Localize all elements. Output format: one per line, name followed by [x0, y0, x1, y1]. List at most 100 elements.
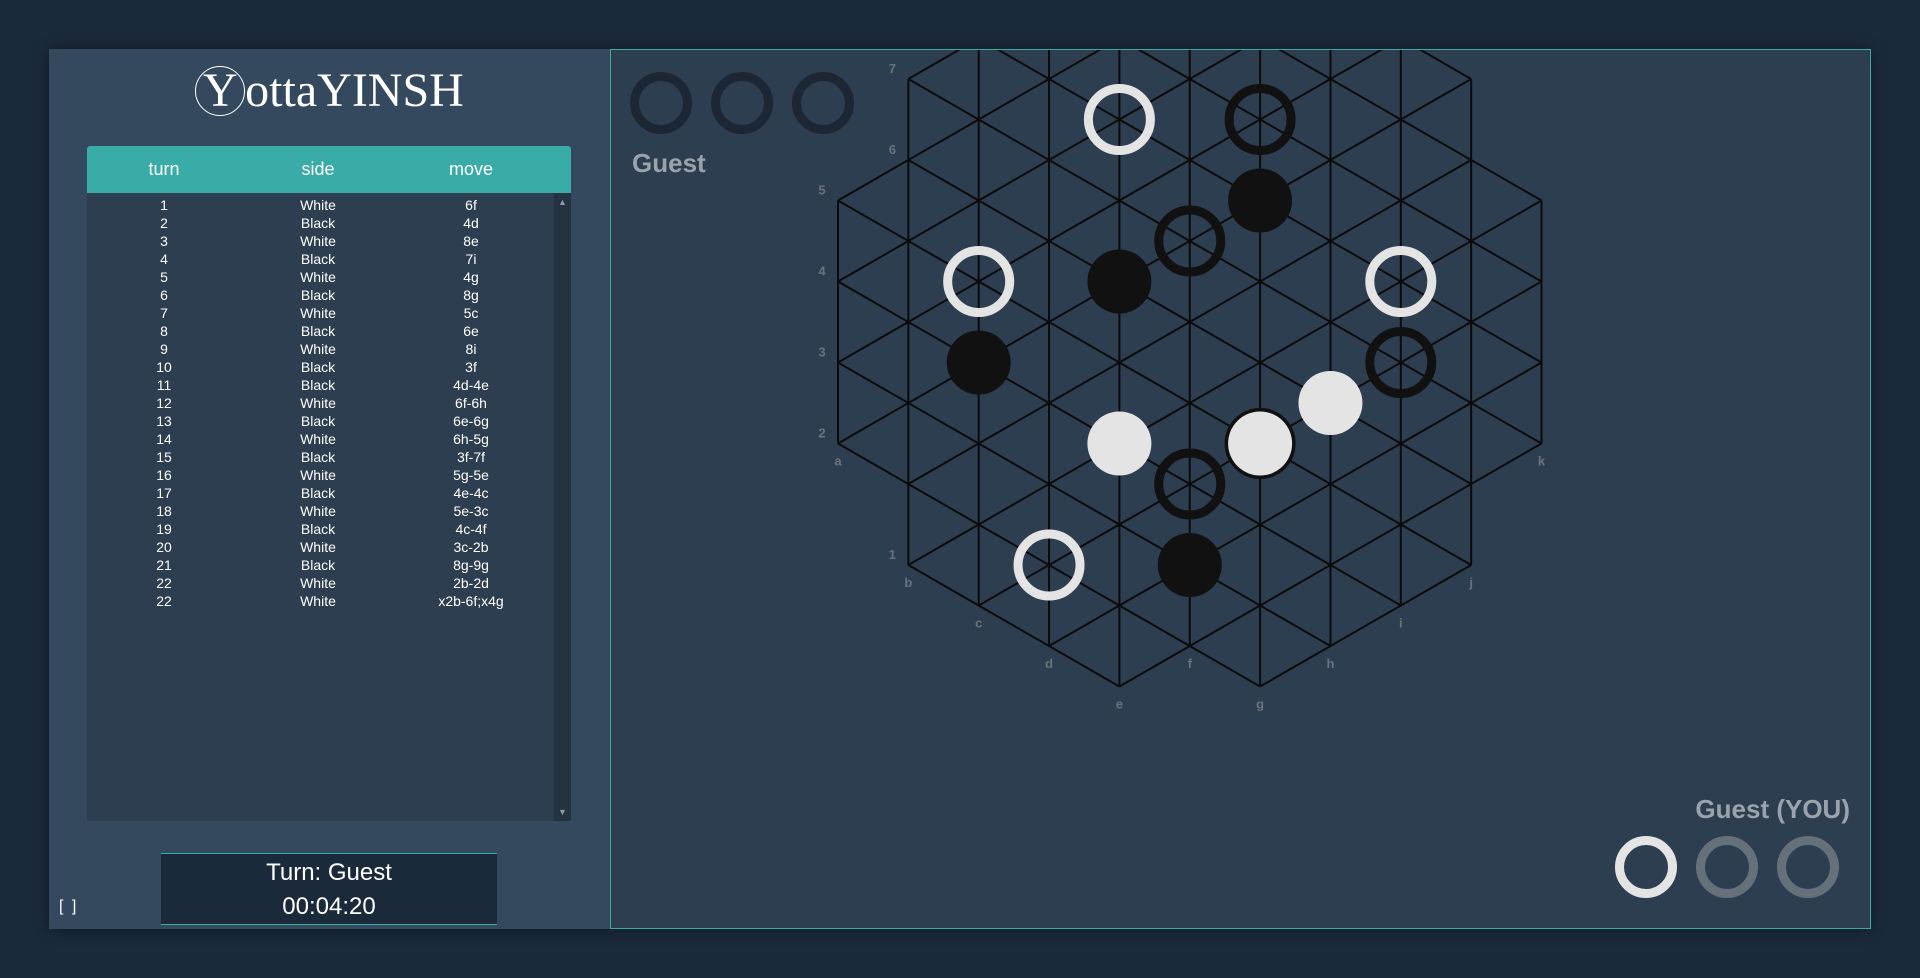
history-side: White — [300, 269, 336, 285]
grid-line-row — [837, 361, 1331, 647]
column-label-i: i — [1399, 616, 1403, 631]
column-label-g: g — [1256, 697, 1264, 712]
column-label-a: a — [834, 454, 842, 469]
history-turn: 8 — [160, 323, 168, 339]
grid-line-diagonal — [907, 50, 961, 80]
history-move: 4d — [463, 215, 479, 231]
white-marker[interactable] — [1228, 411, 1293, 476]
history-row: 5 White 4g — [87, 268, 554, 286]
history-row: 11 Black 4d-4e — [87, 376, 554, 394]
history-side: Black — [300, 287, 336, 303]
sidebar: YottaYINSH turn side move 1 White 6f 2 Black… — [49, 49, 610, 929]
row-label-3: 3 — [818, 345, 825, 360]
history-side: Black — [300, 251, 336, 267]
history-row: 20 White 3c-2b — [87, 538, 554, 556]
column-label-j: j — [1468, 575, 1473, 590]
history-side: Black — [300, 413, 336, 429]
history-row: 22 White x2b-6f;x4g — [87, 592, 554, 610]
row-label-4: 4 — [818, 264, 826, 279]
column-label-f: f — [1188, 656, 1193, 671]
history-turn: 2 — [160, 215, 168, 231]
history-move: 3f-7f — [456, 449, 485, 465]
grid-line-diagonal — [1259, 564, 1472, 688]
history-side: White — [300, 197, 336, 213]
history-row: 13 Black 6e-6g — [87, 412, 554, 430]
history-turn: 22 — [156, 593, 172, 609]
history-side: White — [300, 233, 336, 249]
player-ring-slot-1 — [1615, 836, 1677, 898]
move-history-header: turn side move — [87, 146, 571, 193]
history-move: 4d-4e — [453, 377, 489, 393]
history-side: Black — [300, 377, 336, 393]
history-turn: 7 — [160, 305, 168, 321]
header-move: move — [448, 159, 493, 179]
history-row: 6 Black 8g — [87, 286, 554, 304]
history-turn: 14 — [156, 431, 172, 447]
black-marker[interactable] — [1157, 533, 1222, 597]
white-marker[interactable] — [1298, 371, 1363, 435]
history-turn: 22 — [156, 575, 172, 591]
history-row: 15 Black 3f-7f — [87, 448, 554, 466]
row-label-5: 5 — [818, 183, 825, 198]
history-side: White — [300, 431, 336, 447]
history-row: 21 Black 8g-9g — [87, 556, 554, 574]
row-label-7: 7 — [889, 61, 896, 76]
history-turn: 17 — [156, 485, 172, 501]
history-move: 8e — [463, 233, 479, 249]
header-side: side — [301, 159, 335, 179]
history-row: 17 Black 4e-4c — [87, 484, 554, 502]
history-turn: 1 — [160, 197, 168, 213]
black-marker[interactable] — [1228, 168, 1293, 233]
history-turn: 20 — [156, 539, 172, 555]
move-history-list[interactable]: 1 White 6f 2 Black 4d 3 White 8e 4 Black 7i 5 White 4g… — [87, 196, 554, 821]
column-label-k: k — [1538, 454, 1546, 469]
history-move: 3f — [465, 359, 477, 375]
scroll-up-arrow-icon[interactable]: ▲ — [554, 195, 571, 209]
column-label-b: b — [904, 575, 912, 590]
history-move: 5e-3c — [453, 503, 489, 519]
player-ring-slot-2 — [1696, 836, 1758, 898]
history-side: Black — [300, 521, 336, 537]
history-row: 3 White 8e — [87, 232, 554, 250]
yinsh-board[interactable]: abcdefghijk1234567891011 — [611, 50, 1870, 928]
history-row: 9 White 8i — [87, 340, 554, 358]
history-side: Black — [300, 215, 336, 231]
black-marker[interactable] — [946, 330, 1011, 395]
history-move: 3c-2b — [453, 539, 489, 555]
player-ring-slot-3 — [1777, 836, 1839, 898]
column-label-h: h — [1326, 656, 1334, 671]
history-turn: 18 — [156, 503, 172, 519]
history-turn: 19 — [156, 521, 172, 537]
scroll-down-arrow-icon[interactable]: ▼ — [554, 805, 571, 819]
history-move: x2b-6f;x4g — [438, 593, 504, 609]
history-turn: 3 — [160, 233, 168, 249]
history-side: Black — [300, 359, 336, 375]
black-marker[interactable] — [1087, 249, 1152, 314]
history-side: Black — [300, 485, 336, 501]
history-turn: 12 — [156, 395, 172, 411]
app-logo: YottaYINSH — [49, 61, 610, 125]
history-move: 6f — [465, 197, 477, 213]
game-timer: 00:04:20 — [282, 893, 376, 920]
history-turn: 13 — [156, 413, 172, 429]
history-turn: 15 — [156, 449, 172, 465]
history-move: 8g-9g — [453, 557, 489, 573]
history-move: 4e-4c — [453, 485, 489, 501]
player-name: Guest (YOU) — [1695, 794, 1850, 824]
history-row: 22 White 2b-2d — [87, 574, 554, 592]
white-marker[interactable] — [1087, 411, 1152, 476]
history-scrollbar[interactable]: ▲ ▼ — [554, 193, 571, 821]
move-history-panel: turn side move 1 White 6f 2 Black 4d 3 White 8e 4… — [87, 146, 571, 821]
grid-line-diagonal — [1048, 361, 1542, 647]
history-move: 5c — [463, 305, 479, 321]
fullscreen-toggle[interactable]: [ ] — [59, 898, 78, 916]
history-side: Black — [300, 557, 336, 573]
history-side: White — [300, 395, 336, 411]
history-turn: 5 — [160, 269, 168, 285]
grid-line-row — [1418, 50, 1472, 80]
history-side: Black — [300, 449, 336, 465]
history-move: 2b-2d — [453, 575, 489, 591]
history-side: White — [300, 539, 336, 555]
history-move: 5g-5e — [453, 467, 489, 483]
column-label-c: c — [975, 616, 982, 631]
